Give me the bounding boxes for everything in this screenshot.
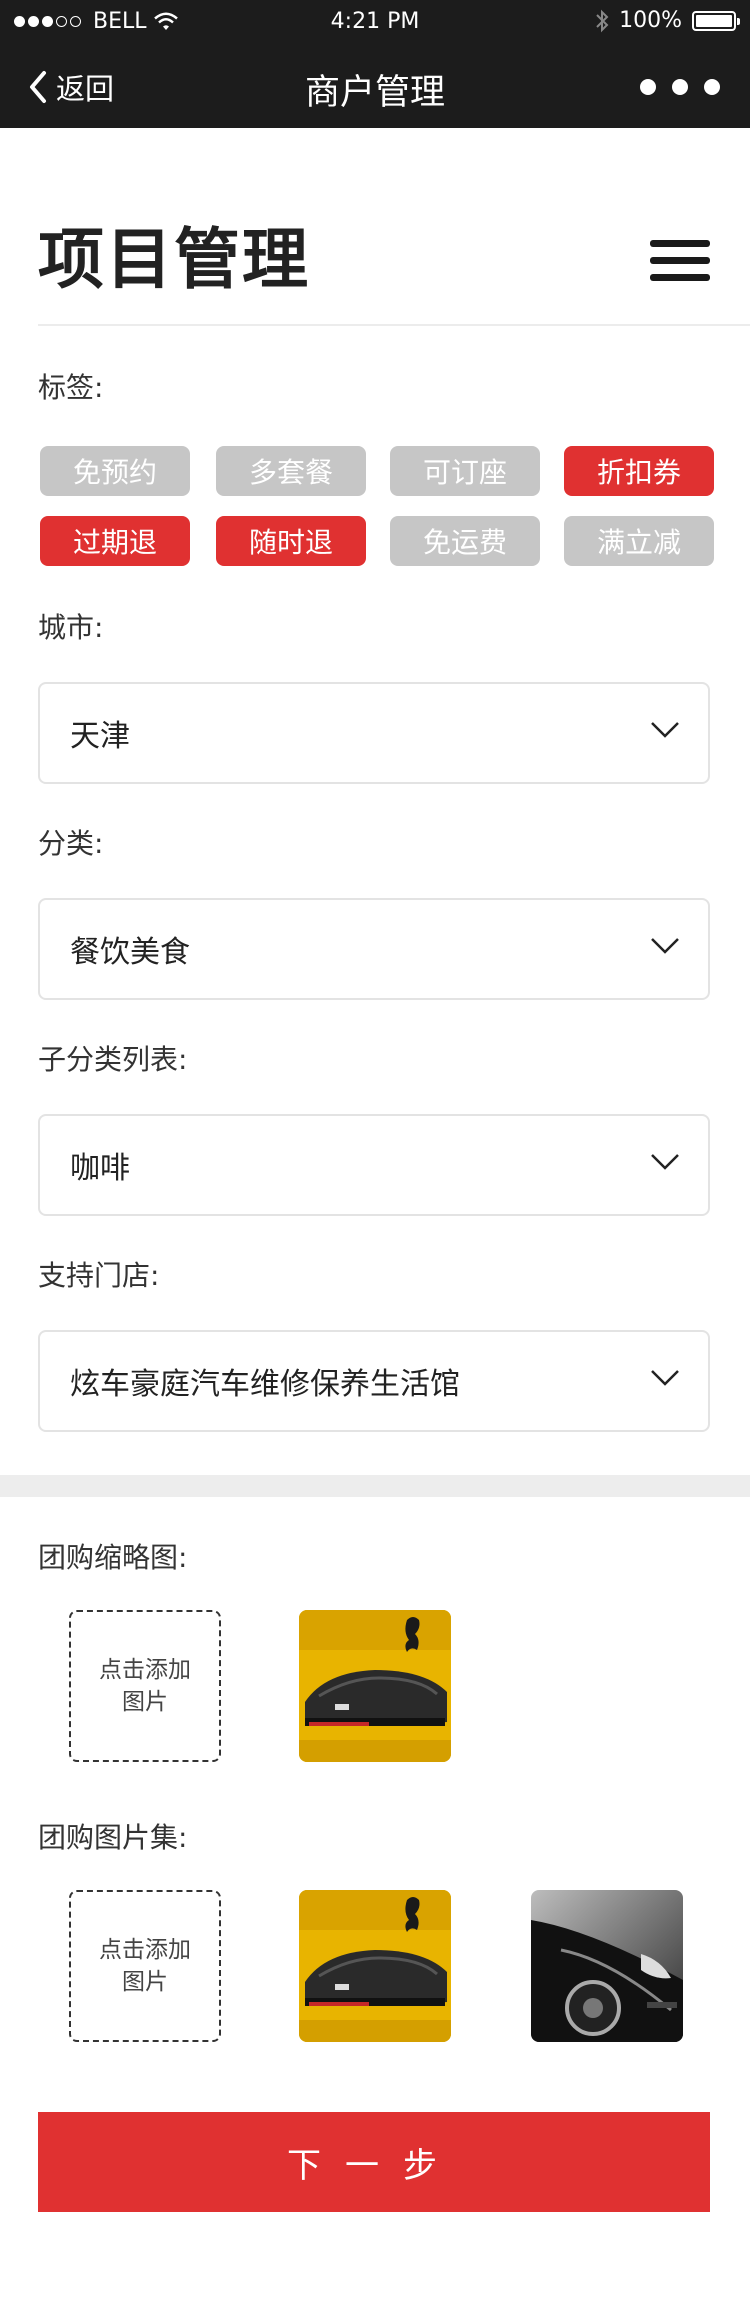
status-right: 100% bbox=[595, 8, 740, 33]
chevron-down-icon bbox=[651, 722, 679, 738]
category-label: 分类: bbox=[38, 827, 104, 860]
add-thumbnail-text: 点击添加 图片 bbox=[99, 1654, 191, 1718]
more-dot-icon bbox=[672, 79, 688, 95]
black-car-image bbox=[531, 1890, 683, 2042]
status-bar: BELL 4:21 PM 100% bbox=[0, 0, 750, 44]
nav-bar: 返回 商户管理 bbox=[0, 44, 750, 128]
more-dot-icon bbox=[640, 79, 656, 95]
tag-button[interactable]: 多套餐 bbox=[216, 446, 366, 496]
thumbnail-label: 团购缩略图: bbox=[38, 1541, 188, 1574]
subcategory-value: 咖啡 bbox=[70, 1151, 130, 1186]
yellow-sports-car-image bbox=[299, 1610, 451, 1762]
yellow-sports-car-image bbox=[299, 1890, 451, 2042]
chevron-down-icon bbox=[651, 1370, 679, 1386]
top-bar: BELL 4:21 PM 100% 返回 商户管理 bbox=[0, 0, 750, 128]
add-label-line1: 点击添加 bbox=[99, 1657, 191, 1683]
section-divider bbox=[0, 1475, 750, 1497]
more-button[interactable] bbox=[640, 79, 720, 95]
add-gallery-text: 点击添加 图片 bbox=[99, 1934, 191, 1998]
category-select[interactable]: 餐饮美食 bbox=[38, 898, 710, 1000]
tags-label: 标签: bbox=[38, 371, 104, 404]
tag-button[interactable]: 随时退 bbox=[216, 516, 366, 566]
gallery-image[interactable] bbox=[531, 1890, 683, 2042]
store-value: 炫车豪庭汽车维修保养生活馆 bbox=[70, 1367, 460, 1402]
divider bbox=[38, 324, 750, 326]
tag-button[interactable]: 免运费 bbox=[390, 516, 540, 566]
battery-percent: 100% bbox=[619, 8, 682, 33]
page-title: 项目管理 bbox=[38, 221, 310, 298]
add-label-line2: 图片 bbox=[122, 1969, 168, 1995]
tag-button[interactable]: 免预约 bbox=[40, 446, 190, 496]
add-thumbnail-button[interactable]: 点击添加 图片 bbox=[69, 1610, 221, 1762]
more-dot-icon bbox=[704, 79, 720, 95]
battery-icon bbox=[692, 10, 740, 31]
bluetooth-icon bbox=[596, 9, 609, 32]
tag-button[interactable]: 满立减 bbox=[564, 516, 714, 566]
city-label: 城市: bbox=[38, 611, 104, 644]
city-select[interactable]: 天津 bbox=[38, 682, 710, 784]
hamburger-menu-icon[interactable] bbox=[650, 240, 710, 282]
store-label: 支持门店: bbox=[38, 1259, 160, 1292]
thumbnail-image[interactable] bbox=[299, 1610, 451, 1762]
tag-button[interactable]: 折扣券 bbox=[564, 446, 714, 496]
gallery-label: 团购图片集: bbox=[38, 1821, 188, 1854]
add-label-line1: 点击添加 bbox=[99, 1937, 191, 1963]
chevron-down-icon bbox=[651, 938, 679, 954]
add-gallery-image-button[interactable]: 点击添加 图片 bbox=[69, 1890, 221, 2042]
tag-button[interactable]: 可订座 bbox=[390, 446, 540, 496]
category-value: 餐饮美食 bbox=[70, 935, 190, 970]
nav-title: 商户管理 bbox=[304, 73, 445, 113]
subcategory-select[interactable]: 咖啡 bbox=[38, 1114, 710, 1216]
chevron-down-icon bbox=[651, 1154, 679, 1170]
store-select[interactable]: 炫车豪庭汽车维修保养生活馆 bbox=[38, 1330, 710, 1432]
add-label-line2: 图片 bbox=[122, 1689, 168, 1715]
tag-button[interactable]: 过期退 bbox=[40, 516, 190, 566]
subcategory-label: 子分类列表: bbox=[38, 1043, 188, 1076]
gallery-image[interactable] bbox=[299, 1890, 451, 2042]
next-step-button[interactable]: 下一步 bbox=[38, 2112, 710, 2212]
city-value: 天津 bbox=[70, 719, 130, 754]
